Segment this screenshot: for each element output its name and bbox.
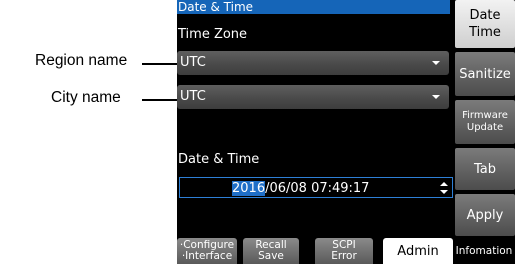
city-dropdown-value: UTC	[180, 89, 206, 104]
tab-configure-interface-line2: ·Interface	[181, 250, 233, 262]
date-time-panel-header: Date & Time	[177, 0, 450, 14]
firmware-update-softkey[interactable]: Firmware Update	[455, 100, 515, 144]
city-dropdown[interactable]: UTC	[177, 85, 449, 109]
up-down-spinner-icon[interactable]	[440, 182, 448, 194]
region-name-callout: Region name	[35, 52, 128, 69]
apply-softkey-label: Apply	[466, 207, 504, 223]
tab-admin[interactable]: Admin	[383, 238, 453, 264]
region-dropdown-value: UTC	[180, 55, 206, 70]
tab-configure-interface[interactable]: ·Configure ·Interface	[177, 238, 237, 264]
chevron-down-icon	[432, 95, 440, 99]
city-name-callout-line	[142, 99, 180, 101]
date-time-input[interactable]: 2016/06/08 07:49:17	[179, 177, 453, 198]
tab-scpi-error[interactable]: SCPI Error	[315, 238, 373, 264]
date-time-label: Date & Time	[178, 152, 260, 167]
date-time-softkey-line1: Date	[469, 8, 501, 23]
tab-recall-save[interactable]: Recall Save	[243, 238, 299, 264]
region-dropdown[interactable]: UTC	[177, 51, 449, 75]
tab-scpi-error-line2: Error	[331, 250, 357, 262]
time-zone-label: Time Zone	[178, 27, 248, 42]
tab-softkey[interactable]: Tab	[455, 148, 515, 190]
tab-recall-save-line2: Save	[258, 250, 284, 262]
spinner-up-icon[interactable]	[440, 182, 448, 186]
date-time-year-selection: 2016	[232, 181, 266, 196]
date-time-softkey[interactable]: Date Time	[455, 0, 515, 48]
sanitize-softkey-label: Sanitize	[459, 66, 511, 82]
firmware-update-softkey-line2: Update	[466, 122, 504, 133]
date-time-rest: /06/08 07:49:17	[265, 181, 370, 196]
tab-information[interactable]: Infomation	[453, 238, 515, 264]
spinner-down-icon[interactable]	[440, 190, 448, 194]
chevron-down-icon	[432, 61, 440, 65]
firmware-update-softkey-line1: Firmware	[462, 110, 508, 121]
tab-softkey-label: Tab	[473, 161, 496, 177]
tab-admin-label: Admin	[397, 243, 439, 259]
date-time-softkey-line2: Time	[469, 25, 501, 40]
city-name-callout: City name	[51, 89, 121, 106]
instrument-screen: Date & Time Time Zone UTC UTC Date & Tim…	[177, 0, 515, 264]
date-time-value: 2016/06/08 07:49:17	[232, 178, 369, 199]
apply-softkey[interactable]: Apply	[455, 194, 515, 236]
tab-information-label: Infomation	[455, 244, 513, 257]
region-name-callout-line	[142, 63, 180, 65]
sanitize-softkey[interactable]: Sanitize	[455, 52, 515, 96]
